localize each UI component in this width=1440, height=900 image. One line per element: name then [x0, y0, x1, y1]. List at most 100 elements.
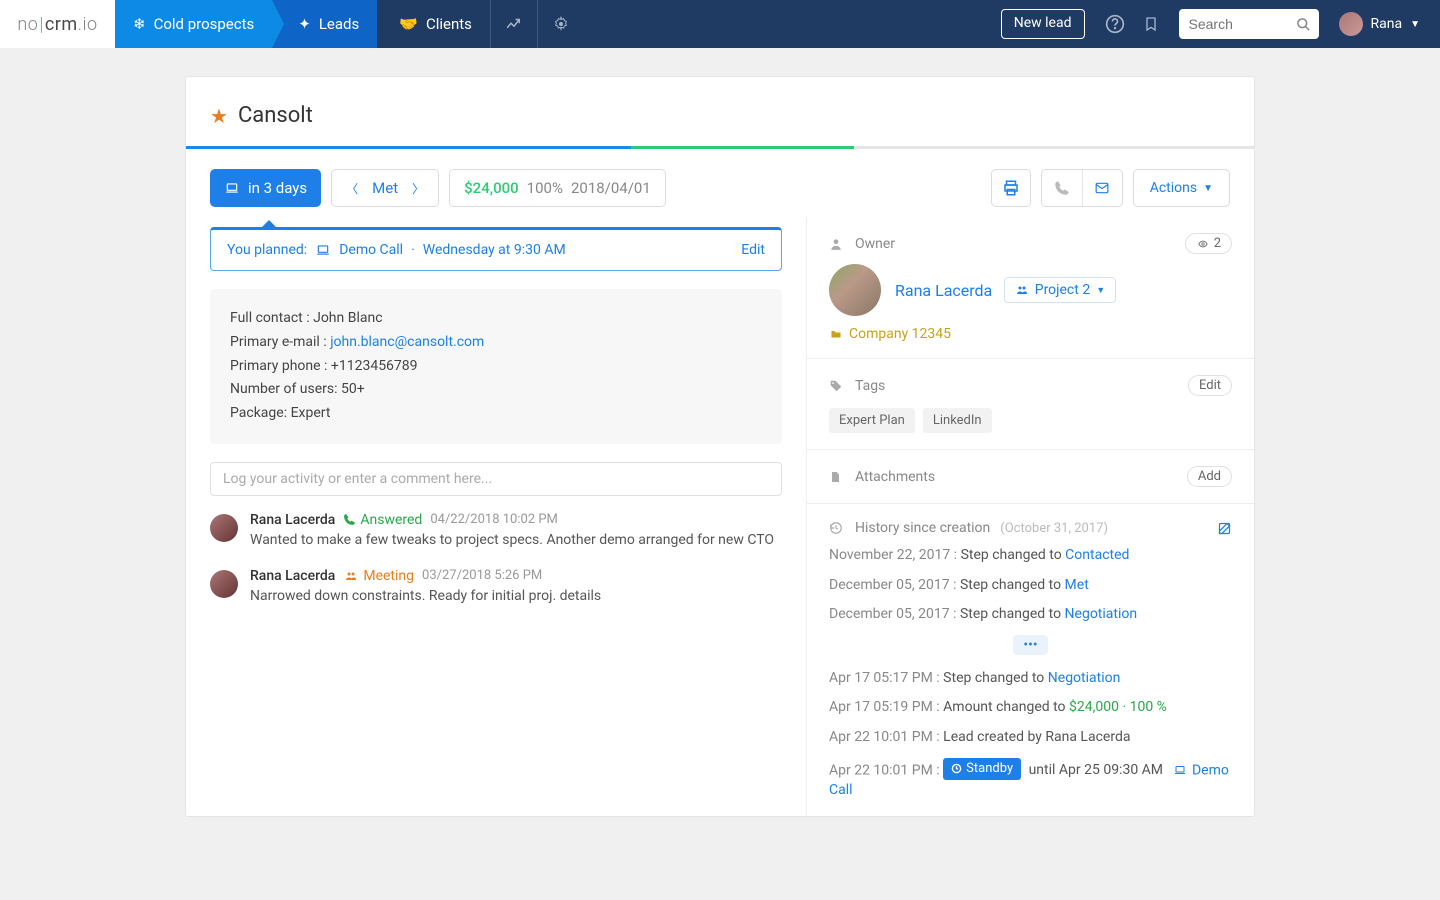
nav-label: Leads: [319, 15, 359, 33]
tags-label: Tags: [855, 378, 885, 394]
caret-down-icon: ▼: [1410, 19, 1420, 30]
attachments-label: Attachments: [855, 469, 935, 485]
history-row: Apr 17 05:17 PM : Step changed to Negoti…: [829, 669, 1232, 689]
nav-leads[interactable]: ✦ Leads: [272, 0, 377, 48]
views-pill[interactable]: 2: [1185, 233, 1232, 254]
caret-down-icon: ▼: [1203, 183, 1213, 194]
activity-text: Narrowed down constraints. Ready for ini…: [250, 588, 782, 604]
lead-toolbar: in 3 days 〈 Met 〉 $24,000 100% 2018/04/0…: [186, 149, 1254, 217]
step-label: Met: [372, 179, 398, 197]
email-button[interactable]: [1082, 170, 1122, 206]
settings-icon[interactable]: [538, 0, 584, 48]
due-pill[interactable]: in 3 days: [210, 169, 321, 207]
attachments-add-button[interactable]: Add: [1187, 466, 1232, 487]
new-lead-button[interactable]: New lead: [1001, 9, 1085, 39]
activity-item: Rana Lacerda Meeting 03/27/2018 5:26 PM …: [210, 564, 782, 608]
history-row: Apr 17 05:19 PM : Amount changed to $24,…: [829, 698, 1232, 718]
lead-card: ★ Cansolt in 3 days 〈 Met 〉 $24,000 100%…: [185, 76, 1255, 817]
caret-down-icon: ▼: [1096, 285, 1105, 296]
nav-clients[interactable]: 🤝 Clients: [377, 0, 490, 48]
tag-chip[interactable]: Expert Plan: [829, 408, 915, 433]
main-nav: ❄ Cold prospects ✦ Leads 🤝 Clients: [115, 0, 490, 48]
laptop-icon: [315, 243, 331, 257]
activity-timestamp: 03/27/2018 5:26 PM: [422, 568, 542, 583]
tag-icon: [829, 379, 845, 393]
history-row: December 05, 2017 : Step changed to Met: [829, 576, 1232, 596]
activity-log-input[interactable]: Log your activity or enter a comment her…: [210, 462, 782, 496]
logo[interactable]: no|crm.io: [0, 0, 115, 48]
nav-label: Cold prospects: [154, 15, 255, 33]
user-name: Rana: [1371, 16, 1403, 32]
activity-item: Rana Lacerda Answered 04/22/2018 10:02 P…: [210, 508, 782, 552]
planned-edit-link[interactable]: Edit: [741, 242, 765, 258]
search-box: [1179, 0, 1319, 48]
deal-date: 2018/04/01: [571, 179, 651, 197]
help-icon[interactable]: [1097, 0, 1133, 48]
file-icon: [829, 470, 845, 484]
history-row: Apr 22 10:01 PM : Lead created by Rana L…: [829, 728, 1232, 748]
deal-amount: $24,000: [464, 179, 519, 197]
owner-avatar: [829, 264, 881, 316]
history-more-button[interactable]: •••: [1013, 635, 1047, 655]
history-step-link[interactable]: Contacted: [1065, 547, 1129, 563]
clock-icon: [951, 763, 962, 774]
history-step-link[interactable]: Negotiation: [1048, 670, 1121, 686]
users-icon: [1015, 284, 1029, 296]
history-row: December 05, 2017 : Step changed to Nego…: [829, 605, 1232, 625]
chevron-left-icon[interactable]: 〈: [346, 180, 358, 197]
user-menu[interactable]: Rana ▼: [1329, 0, 1440, 48]
star-icon[interactable]: ★: [210, 104, 228, 128]
activity-avatar: [210, 514, 238, 542]
eye-icon: [1196, 239, 1210, 249]
owner-label: Owner: [855, 236, 895, 252]
chevron-right-icon[interactable]: 〉: [412, 180, 424, 197]
pipeline-progress: [186, 146, 1254, 149]
deal-metrics: $24,000 100% 2018/04/01: [449, 169, 666, 207]
owner-name-link[interactable]: Rana Lacerda: [895, 281, 992, 300]
activity-author: Rana Lacerda: [250, 568, 335, 584]
tag-chip[interactable]: LinkedIn: [923, 408, 992, 433]
attachments-section: Attachments Add: [807, 450, 1254, 504]
history-label: History since creation: [855, 520, 990, 536]
tags-section: Tags Edit Expert Plan LinkedIn: [807, 359, 1254, 450]
nav-cold-prospects[interactable]: ❄ Cold prospects: [115, 0, 272, 48]
history-row: Apr 22 10:01 PM : Standby until Apr 25 0…: [829, 758, 1232, 801]
standby-badge: Standby: [943, 758, 1021, 780]
contact-email-link[interactable]: john.blanc@cansolt.com: [330, 334, 484, 350]
history-edit-button[interactable]: [1217, 521, 1232, 536]
bookmark-icon[interactable]: [1133, 0, 1169, 48]
phone-button[interactable]: [1042, 170, 1082, 206]
contact-details: Full contact : John Blanc Primary e-mail…: [210, 289, 782, 444]
project-dropdown[interactable]: Project 2 ▼: [1004, 277, 1116, 303]
folder-icon: [829, 328, 843, 340]
company-link[interactable]: Company 12345: [829, 326, 1232, 342]
print-button[interactable]: [991, 169, 1031, 207]
step-selector[interactable]: 〈 Met 〉: [331, 169, 439, 207]
history-step-link[interactable]: Negotiation: [1065, 606, 1138, 622]
snowflake-icon: ❄: [133, 15, 146, 33]
tags-edit-button[interactable]: Edit: [1188, 375, 1232, 396]
planned-when[interactable]: Wednesday at 9:30 AM: [423, 242, 566, 258]
activity-avatar: [210, 570, 238, 598]
activity-author: Rana Lacerda: [250, 512, 335, 528]
laptop-icon: [1173, 764, 1187, 776]
planned-type[interactable]: Demo Call: [339, 242, 403, 258]
history-row: November 22, 2017 : Step changed to Cont…: [829, 546, 1232, 566]
lead-header: ★ Cansolt: [186, 77, 1254, 146]
activity-timestamp: 04/22/2018 10:02 PM: [430, 512, 558, 527]
laptop-icon: [224, 181, 240, 195]
due-label: in 3 days: [248, 179, 307, 197]
nav-label: Clients: [426, 15, 472, 33]
sparkle-icon: ✦: [298, 15, 311, 33]
actions-dropdown[interactable]: Actions ▼: [1133, 169, 1230, 207]
lead-title: Cansolt: [238, 103, 313, 128]
history-step-link[interactable]: Met: [1065, 577, 1089, 593]
lead-right-column: Owner 2 Rana Lacerda Project 2 ▼: [806, 217, 1254, 816]
planned-activity-box: You planned: Demo Call · Wednesday at 9:…: [210, 227, 782, 271]
search-icon[interactable]: [1296, 17, 1311, 32]
handshake-icon: 🤝: [399, 15, 418, 33]
analytics-icon[interactable]: [491, 0, 537, 48]
top-bar: no|crm.io ❄ Cold prospects ✦ Leads 🤝 Cli…: [0, 0, 1440, 48]
deal-probability: 100%: [527, 179, 563, 197]
planned-label: You planned:: [227, 242, 307, 258]
